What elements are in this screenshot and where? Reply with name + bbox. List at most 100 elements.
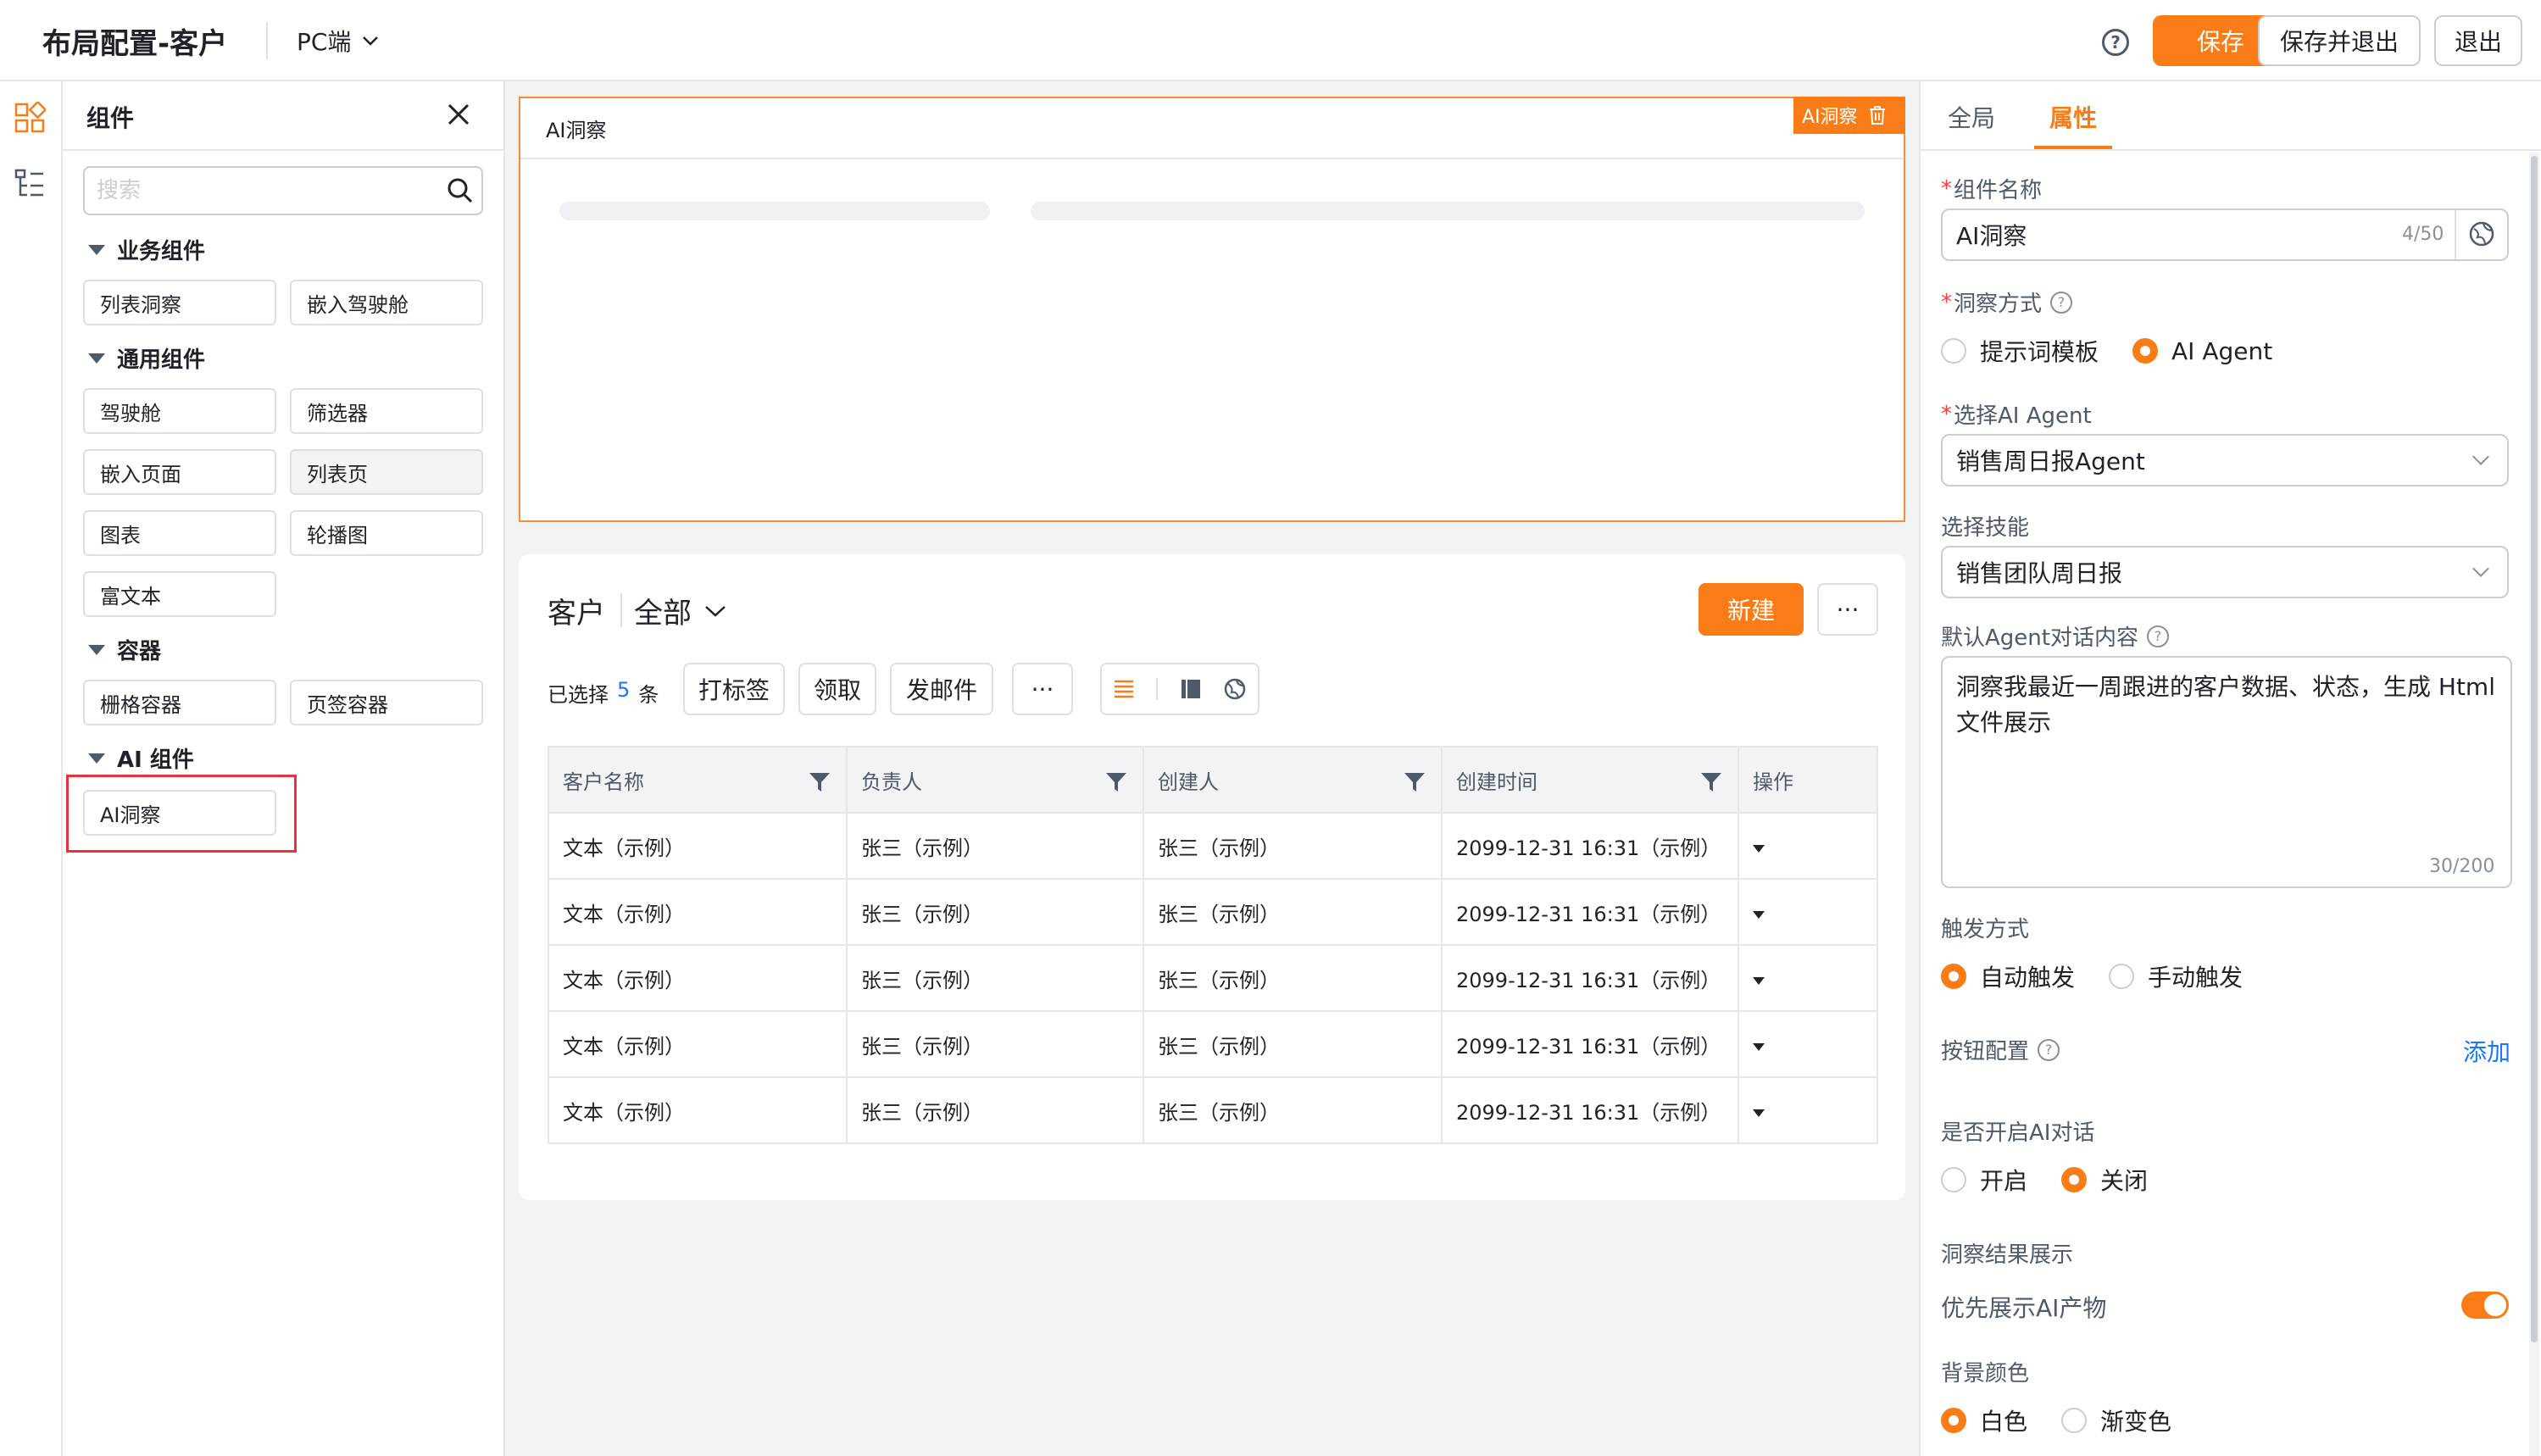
radio-button[interactable] xyxy=(2061,1408,2088,1433)
radio-button[interactable] xyxy=(2109,964,2135,989)
cell-creator: 张三（示例） xyxy=(1143,1076,1443,1144)
radio-manual-trigger[interactable]: 手动触发 xyxy=(2109,959,2243,993)
group-business-components[interactable]: 业务组件 xyxy=(88,234,205,265)
filter-icon[interactable] xyxy=(809,771,831,793)
platform-select-label: PC端 xyxy=(297,28,352,56)
cell-owner: 张三（示例） xyxy=(846,944,1144,1012)
row-action-dropdown-icon[interactable] xyxy=(1753,1043,1765,1051)
component-list-insight[interactable]: 列表洞察 xyxy=(83,280,276,325)
help-icon[interactable]: ? xyxy=(2102,29,2129,56)
column-header-creator[interactable]: 创建人 xyxy=(1143,746,1443,814)
radio-auto-trigger[interactable]: 自动触发 xyxy=(1941,959,2075,993)
add-button-link[interactable]: 添加 xyxy=(2463,1034,2510,1068)
globe-icon[interactable] xyxy=(1223,677,1247,701)
list-view-icon[interactable] xyxy=(1113,679,1135,699)
radio-button-selected[interactable] xyxy=(2061,1167,2088,1192)
radio-label: 自动触发 xyxy=(1980,964,2076,992)
send-email-button[interactable]: 发邮件 xyxy=(890,663,993,715)
cell-created-time: 2099-12-31 16:31（示例） xyxy=(1441,812,1739,880)
filter-icon[interactable] xyxy=(1700,771,1722,793)
platform-select[interactable]: PC端 xyxy=(297,24,380,58)
row-action-dropdown-icon[interactable] xyxy=(1753,1109,1765,1117)
radio-button-selected[interactable] xyxy=(1941,964,1966,989)
radio-ai-agent[interactable]: AI Agent xyxy=(2132,337,2272,365)
ai-insight-card[interactable] xyxy=(519,97,1905,522)
components-grid-icon[interactable] xyxy=(14,102,46,134)
help-icon[interactable]: ? xyxy=(2050,291,2073,314)
component-embed-cockpit[interactable]: 嵌入驾驶舱 xyxy=(290,280,483,325)
more-actions-button[interactable]: ··· xyxy=(1012,663,1073,715)
row-action-dropdown-icon[interactable] xyxy=(1753,977,1765,985)
radio-button-selected[interactable] xyxy=(2132,338,2159,364)
group-title: AI 组件 xyxy=(117,747,194,773)
column-header-customer-name[interactable]: 客户名称 xyxy=(548,746,848,814)
tab-global[interactable]: 全局 xyxy=(1948,100,1995,134)
skill-select-value: 销售团队周日报 xyxy=(1956,559,2123,587)
component-grid-container[interactable]: 栅格容器 xyxy=(83,680,276,725)
chevron-down-icon xyxy=(2472,448,2489,465)
radio-ai-chat-off[interactable]: 关闭 xyxy=(2061,1163,2148,1197)
component-carousel[interactable]: 轮播图 xyxy=(290,510,483,556)
component-filter[interactable]: 筛选器 xyxy=(290,388,483,434)
radio-button[interactable] xyxy=(1941,338,1966,364)
filter-icon[interactable] xyxy=(1404,771,1426,793)
radio-button[interactable] xyxy=(1941,1167,1966,1192)
group-ai-components[interactable]: AI 组件 xyxy=(88,742,194,774)
component-cockpit[interactable]: 驾驶舱 xyxy=(83,388,276,434)
table-row[interactable]: 文本（示例） 张三（示例） 张三（示例） 2099-12-31 16:31（示例… xyxy=(548,1010,1878,1078)
toggle-knob xyxy=(2484,1294,2506,1316)
radio-button-selected[interactable] xyxy=(1941,1408,1966,1433)
component-list-page[interactable]: 列表页 xyxy=(290,449,483,495)
radio-bg-gradient[interactable]: 渐变色 xyxy=(2061,1403,2171,1437)
search-input[interactable] xyxy=(97,169,436,212)
cell-customer-name: 文本（示例） xyxy=(548,1010,848,1078)
list-view-select[interactable]: 全部 xyxy=(634,590,727,631)
translate-icon[interactable] xyxy=(2468,220,2495,247)
table-row[interactable]: 文本（示例） 张三（示例） 张三（示例） 2099-12-31 16:31（示例… xyxy=(548,944,1878,1012)
component-tab-container[interactable]: 页签容器 xyxy=(290,680,483,725)
radio-prompt-template[interactable]: 提示词模板 xyxy=(1941,334,2099,368)
more-button[interactable]: ··· xyxy=(1817,583,1878,636)
help-icon[interactable]: ? xyxy=(2038,1038,2060,1061)
save-and-exit-button[interactable]: 保存并退出 xyxy=(2258,15,2421,66)
group-general-components[interactable]: 通用组件 xyxy=(88,342,205,374)
ai-insight-card-title: AI洞察 xyxy=(546,119,607,142)
selected-count: 已选择 5 条 xyxy=(548,678,659,708)
close-icon[interactable] xyxy=(444,100,473,129)
new-button[interactable]: 新建 xyxy=(1699,583,1804,636)
button-config-label: 按钮配置 ? xyxy=(1941,1034,2060,1065)
radio-bg-white[interactable]: 白色 xyxy=(1941,1403,2027,1437)
scrollbar-thumb[interactable] xyxy=(2531,156,2538,1342)
table-row[interactable]: 文本（示例） 张三（示例） 张三（示例） 2099-12-31 16:31（示例… xyxy=(548,1076,1878,1144)
prefer-ai-artifact-toggle[interactable] xyxy=(2461,1292,2509,1319)
default-content-textarea[interactable]: 洞察我最近一周跟进的客户数据、状态，生成 Html 文件展示 xyxy=(1941,656,2512,888)
row-action-dropdown-icon[interactable] xyxy=(1753,911,1765,919)
component-rich-text[interactable]: 富文本 xyxy=(83,571,276,617)
help-icon[interactable]: ? xyxy=(2146,625,2169,647)
filter-icon[interactable] xyxy=(1105,771,1127,793)
agent-select[interactable]: 销售周日报Agent xyxy=(1941,434,2509,486)
tab-properties[interactable]: 属性 xyxy=(2049,100,2097,134)
claim-button[interactable]: 领取 xyxy=(798,663,876,715)
column-header-owner[interactable]: 负责人 xyxy=(846,746,1144,814)
table-row[interactable]: 文本（示例） 张三（示例） 张三（示例） 2099-12-31 16:31（示例… xyxy=(548,812,1878,880)
component-embed-page[interactable]: 嵌入页面 xyxy=(83,449,276,495)
tag-button[interactable]: 打标签 xyxy=(683,663,785,715)
component-panel-title: 组件 xyxy=(86,104,135,132)
row-action-dropdown-icon[interactable] xyxy=(1753,845,1765,853)
column-header-created-time[interactable]: 创建时间 xyxy=(1441,746,1739,814)
table-row[interactable]: 文本（示例） 张三（示例） 张三（示例） 2099-12-31 16:31（示例… xyxy=(548,878,1878,946)
cell-customer-name: 文本（示例） xyxy=(548,878,848,946)
delete-icon[interactable] xyxy=(1868,105,1887,125)
search-icon[interactable] xyxy=(446,176,475,205)
radio-ai-chat-on[interactable]: 开启 xyxy=(1941,1163,2027,1197)
component-chart[interactable]: 图表 xyxy=(83,510,276,556)
group-containers[interactable]: 容器 xyxy=(88,634,161,665)
ai-card-header-divider xyxy=(520,158,1904,159)
outline-tree-icon[interactable] xyxy=(14,168,46,200)
card-view-icon[interactable] xyxy=(1180,678,1202,700)
exit-button[interactable]: 退出 xyxy=(2434,15,2522,66)
skill-select[interactable]: 销售团队周日报 xyxy=(1941,546,2509,598)
cell-actions xyxy=(1738,878,1878,946)
cell-creator: 张三（示例） xyxy=(1143,878,1443,946)
